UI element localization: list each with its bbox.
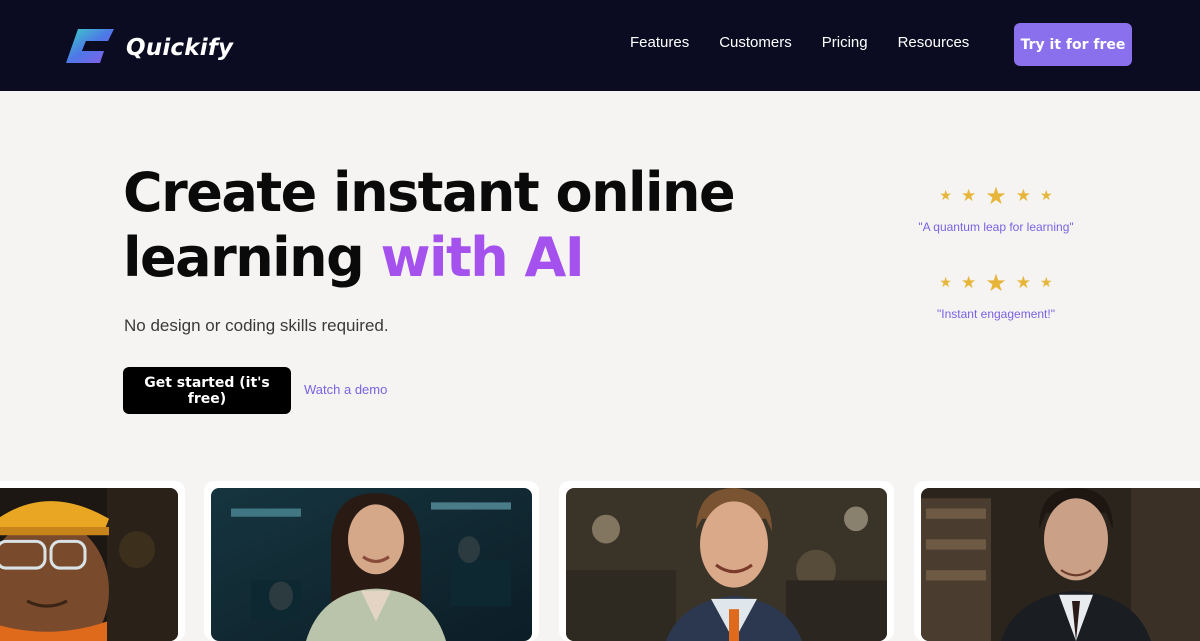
nav-resources[interactable]: Resources <box>898 34 970 51</box>
hero-headline: Create instant online learning with AI <box>123 160 743 290</box>
photo-card-woman <box>204 481 539 641</box>
star-icon: ★ <box>960 186 977 206</box>
headline-accent: with AI <box>380 226 585 289</box>
main-nav: Features Customers Pricing Resources <box>630 34 999 51</box>
star-icon: ★ <box>1040 188 1053 204</box>
nav-features[interactable]: Features <box>630 34 689 51</box>
star-icon: ★ <box>1015 186 1031 206</box>
try-free-button[interactable]: Try it for free <box>1014 23 1132 66</box>
review-2: ★ ★ ★ ★ ★ "Instant engagement!" <box>886 269 1106 321</box>
star-icon: ★ <box>1040 275 1053 291</box>
photo-card-man-suit <box>914 481 1200 641</box>
review-quote: "Instant engagement!" <box>937 307 1055 321</box>
rating-stars: ★ ★ ★ ★ ★ <box>886 269 1106 297</box>
headline-line-1: Create instant online <box>123 161 736 224</box>
star-icon: ★ <box>985 269 1007 297</box>
worker-photo <box>0 488 178 641</box>
headline-line-2: learning <box>123 226 381 289</box>
photo-card-man-vest <box>559 481 894 641</box>
watch-demo-link[interactable]: Watch a demo <box>304 382 387 397</box>
review-quote: "A quantum leap for learning" <box>918 220 1074 234</box>
get-started-button[interactable]: Get started (it's free) <box>123 367 291 414</box>
review-1: ★ ★ ★ ★ ★ "A quantum leap for learning" <box>886 182 1106 234</box>
man-suit-photo <box>921 488 1200 641</box>
hero-subhead: No design or coding skills required. <box>124 316 389 335</box>
photo-strip <box>0 481 1200 641</box>
nav-customers[interactable]: Customers <box>719 34 792 51</box>
woman-photo <box>211 488 532 641</box>
top-navigation-bar: Quickify Features Customers Pricing Reso… <box>0 0 1200 91</box>
star-icon: ★ <box>939 188 952 204</box>
quickify-logo-icon <box>64 27 116 69</box>
rating-stars: ★ ★ ★ ★ ★ <box>886 182 1106 210</box>
star-icon: ★ <box>960 273 977 293</box>
photo-card-worker <box>0 481 185 641</box>
brand-name: Quickify <box>126 35 234 61</box>
man-vest-photo <box>566 488 887 641</box>
brand-logo[interactable]: Quickify <box>64 27 233 69</box>
nav-pricing[interactable]: Pricing <box>822 34 868 51</box>
star-icon: ★ <box>985 182 1007 210</box>
star-icon: ★ <box>939 275 952 291</box>
star-icon: ★ <box>1015 273 1031 293</box>
